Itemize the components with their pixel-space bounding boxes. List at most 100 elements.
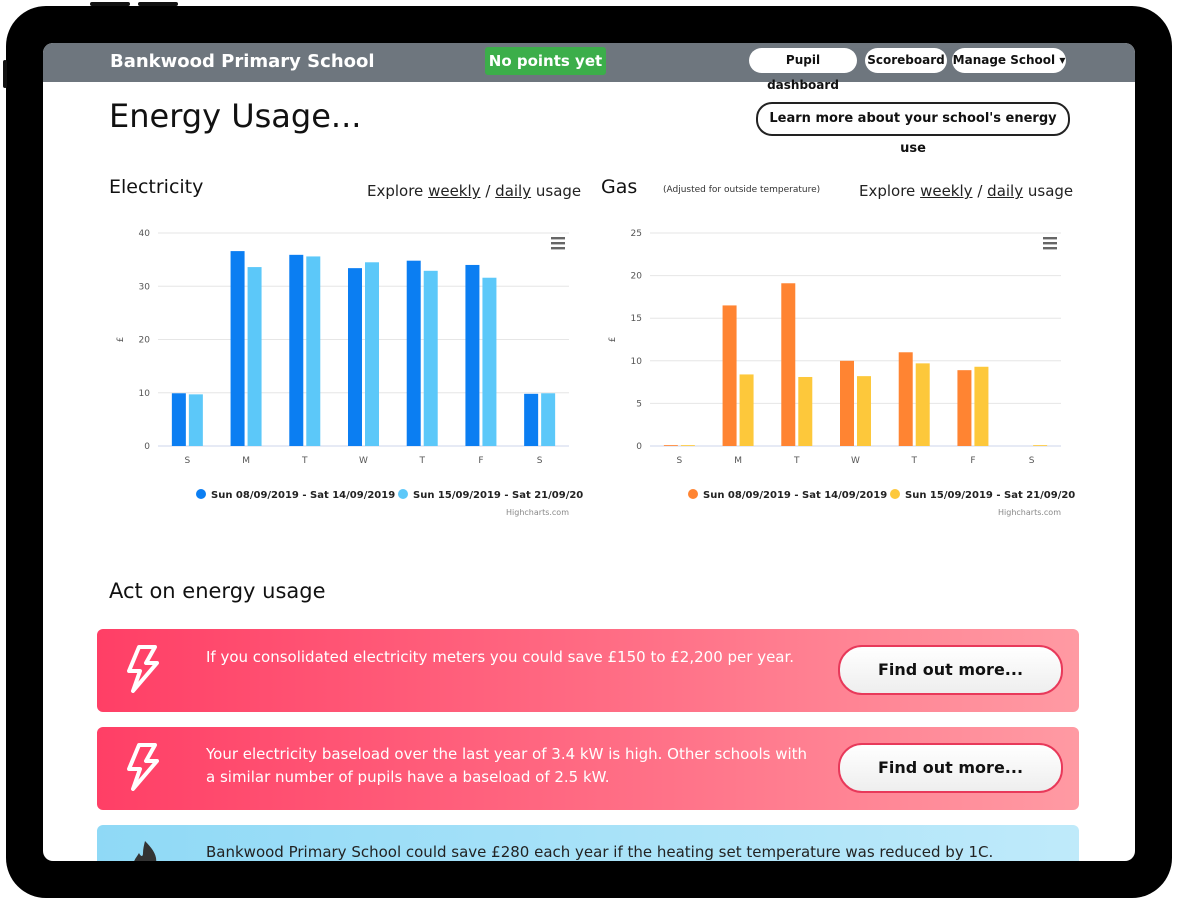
legend-item: Sun 08/09/2019 - Sat 14/09/2019 [703,490,887,501]
menu-icon-bar [1043,237,1057,240]
weekly-link[interactable]: weekly [920,182,972,200]
legend-item: Sun 15/09/2019 - Sat 21/09/2019 [905,490,1075,501]
find-out-more-button[interactable]: Find out more... [838,645,1063,695]
x-tick-label: S [537,456,543,466]
gas-chart: 0 5 10 15 20 25 £ S M T W T F S Sun 08/09/2019 - Sat 1… [608,229,1075,517]
page-title: Energy Usage... [109,97,362,135]
scoreboard-button[interactable]: Scoreboard [865,48,947,73]
learn-more-button[interactable]: Learn more about your school's energy us… [756,102,1070,156]
chart-credit: Highcharts.com [998,508,1061,517]
electricity-title: Electricity [109,176,204,198]
act-section-title: Act on energy usage [109,579,326,603]
x-tick-label: M [734,456,742,466]
menu-icon-bar [1043,242,1057,245]
gas-title: Gas [601,176,638,198]
menu-icon-bar [551,247,565,250]
bar [289,254,304,446]
legend-marker [196,489,206,499]
bar [840,360,854,446]
school-name[interactable]: Bankwood Primary School [110,51,375,72]
x-tick-label: M [242,456,250,466]
alert-text: Bankwood Primary School could save £280 … [206,843,994,861]
x-tick-label: S [1029,456,1035,466]
alert-card: Your electricity baseload over the last … [97,727,1079,810]
x-tick-label: T [418,456,425,466]
bar [781,283,796,446]
bar [680,445,695,446]
bar [348,268,362,446]
y-axis-label: £ [608,337,618,343]
separator: / [977,182,983,200]
bar [306,256,321,446]
legend-item: Sun 08/09/2019 - Sat 14/09/2019 [211,490,395,501]
y-tick-label: 20 [631,272,643,282]
menu-icon-bar [551,237,565,240]
bar [423,270,438,446]
bar [974,366,989,446]
bar [1033,445,1048,446]
x-tick-label: T [910,456,917,466]
x-tick-label: F [478,456,483,466]
bar [663,445,678,446]
bar [898,352,913,446]
y-tick-label: 25 [631,229,642,239]
daily-link[interactable]: daily [987,182,1023,200]
flame-icon [134,841,157,861]
y-tick-label: 15 [631,314,642,324]
daily-link[interactable]: daily [495,182,531,200]
bar [915,363,930,446]
x-tick-label: S [676,456,682,466]
bar [482,277,497,446]
alert-text: Your electricity baseload over the last … [206,745,808,786]
weekly-link[interactable]: weekly [428,182,480,200]
bar [739,374,754,446]
device-top-button [90,2,130,6]
bar [188,394,203,446]
usage-label: usage [1027,182,1074,200]
explore-label: Explore [367,182,424,200]
bar [406,260,421,446]
menu-icon-bar [1043,247,1057,250]
manage-school-dropdown[interactable]: Manage School ▾ [952,48,1066,73]
x-tick-label: S [184,456,190,466]
gas-explore: Explore weekly / daily usage [859,182,1073,200]
electricity-explore: Explore weekly / daily usage [367,182,581,200]
y-tick-label: 20 [139,336,151,346]
pupil-dashboard-button[interactable]: Pupil dashboard [749,48,857,92]
top-navbar: Bankwood Primary School No points yet Pu… [43,43,1135,92]
legend-item: Sun 15/09/2019 - Sat 21/09/2019 [413,490,583,501]
legend-marker [398,489,408,499]
electricity-chart: 0 10 20 30 40 £ S M T W T F S Sun 08/09/2019 - Sat 14… [116,229,583,517]
x-tick-label: W [359,456,368,466]
x-tick-label: W [851,456,860,466]
bar [524,393,539,446]
bar [465,264,480,446]
bar [230,251,245,446]
lightning-icon [127,743,159,791]
find-out-more-button[interactable]: Find out more... [838,743,1063,793]
menu-icon-bar [551,242,565,245]
x-tick-label: T [301,456,308,466]
bar [722,305,737,446]
menu-icon [551,237,565,250]
y-tick-label: 10 [139,389,151,399]
bar [541,393,556,446]
legend-marker [890,489,900,499]
device-side-button [3,60,7,88]
legend-marker [688,489,698,499]
alert-text: If you consolidated electricity meters y… [206,648,795,666]
device-top-button [138,2,178,6]
lightning-icon [127,645,159,693]
bar [171,393,186,446]
y-tick-label: 30 [139,282,151,292]
points-badge[interactable]: No points yet [485,47,606,75]
usage-label: usage [535,182,582,200]
bar [957,370,972,446]
separator: / [485,182,491,200]
alert-card: Bankwood Primary School could save £280 … [97,825,1079,861]
chart-credit: Highcharts.com [506,508,569,517]
y-tick-label: 0 [636,442,642,452]
y-tick-label: 0 [144,442,150,452]
y-tick-label: 10 [631,357,643,367]
x-tick-label: F [970,456,975,466]
